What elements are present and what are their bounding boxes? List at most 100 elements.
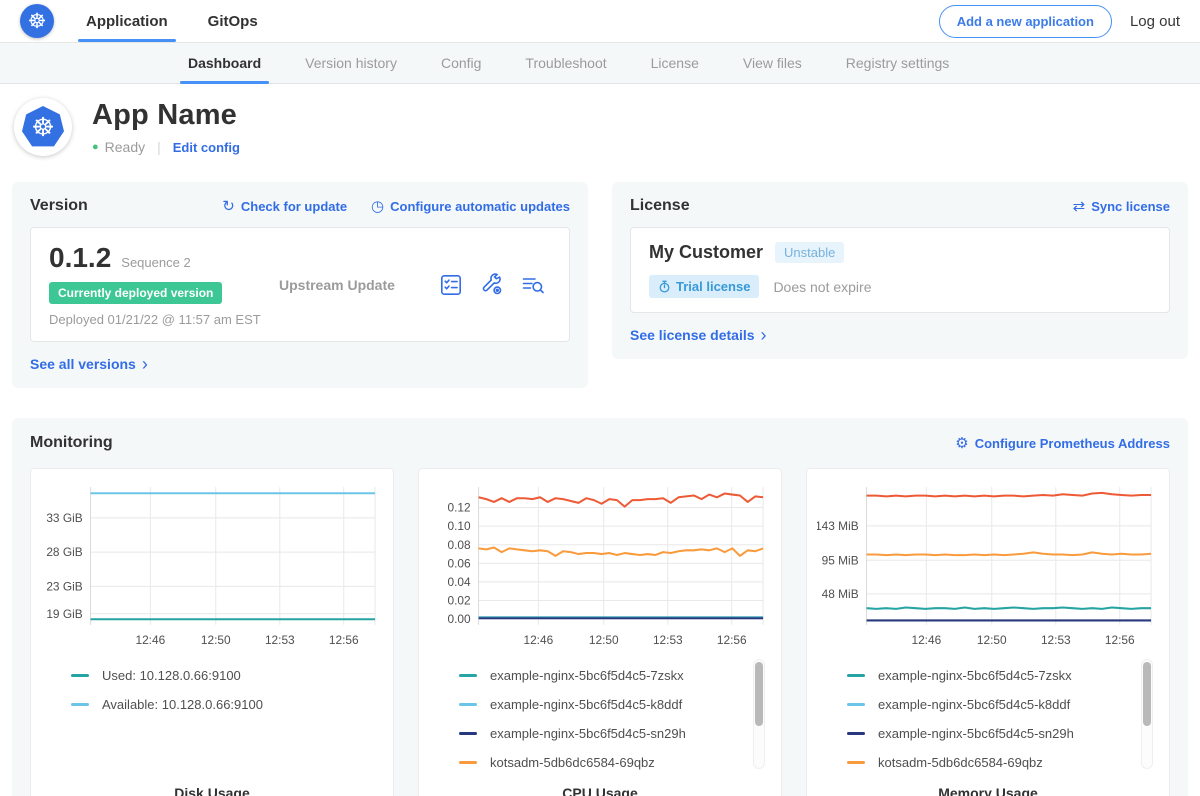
legend-scrollbar-thumb[interactable] bbox=[1143, 662, 1151, 726]
svg-text:95 MiB: 95 MiB bbox=[822, 553, 859, 567]
legend-item: example-nginx-5bc6f5d4c5-k8ddf bbox=[459, 690, 771, 719]
license-card-head: License ⇄ Sync license bbox=[630, 197, 1170, 215]
license-info-card: My Customer Unstable Trial license Does … bbox=[630, 227, 1170, 313]
trial-license-badge: Trial license bbox=[649, 275, 759, 298]
version-number: 0.1.2 bbox=[49, 242, 111, 274]
legend-color-dash-icon bbox=[459, 674, 477, 677]
wheel-glyph: ☸ bbox=[28, 11, 47, 32]
svg-text:19 GiB: 19 GiB bbox=[46, 607, 82, 621]
chart-title: CPU Usage bbox=[429, 785, 771, 796]
legend-scrollbar[interactable] bbox=[1141, 659, 1153, 769]
chart-title: Memory Usage bbox=[817, 785, 1159, 796]
config-wrench-gear-icon[interactable] bbox=[480, 273, 504, 297]
monitoring-title: Monitoring bbox=[30, 434, 113, 452]
svg-text:12:50: 12:50 bbox=[589, 633, 619, 647]
see-all-versions-label: See all versions bbox=[30, 356, 136, 372]
legend-label: example-nginx-5bc6f5d4c5-k8ddf bbox=[490, 697, 682, 712]
version-card: Version ↻ Check for update ◷ Configure a… bbox=[12, 182, 588, 388]
legend-label: example-nginx-5bc6f5d4c5-sn29h bbox=[878, 726, 1074, 741]
charts-row: 33 GiB28 GiB23 GiB19 GiB12:4612:5012:531… bbox=[30, 468, 1170, 796]
subnav-tab-config[interactable]: Config bbox=[441, 43, 481, 83]
legend-color-dash-icon bbox=[71, 703, 89, 706]
legend-color-dash-icon bbox=[459, 703, 477, 706]
chart-card-disk-usage: 33 GiB28 GiB23 GiB19 GiB12:4612:5012:531… bbox=[30, 468, 394, 796]
license-type-row: Trial license Does not expire bbox=[649, 275, 1151, 298]
disk-usage-legend: Used: 10.128.0.66:9100Available: 10.128.… bbox=[41, 657, 383, 775]
legend-color-dash-icon bbox=[847, 732, 865, 735]
svg-text:0.02: 0.02 bbox=[448, 593, 471, 607]
log-out-link[interactable]: Log out bbox=[1130, 13, 1180, 30]
subnav-tab-registry-settings[interactable]: Registry settings bbox=[846, 43, 949, 83]
app-sub-nav: Dashboard Version history Config Troublesho… bbox=[0, 42, 1200, 84]
topnav-tab-application[interactable]: Application bbox=[84, 0, 170, 42]
legend-item: example-nginx-5bc6f5d4c5-7zskx bbox=[847, 661, 1159, 690]
subnav-tab-troubleshoot[interactable]: Troubleshoot bbox=[525, 43, 606, 83]
legend-item: example-nginx-5bc6f5d4c5-sn29h bbox=[847, 719, 1159, 748]
wheel-glyph: ☸ bbox=[31, 114, 54, 140]
edit-config-link[interactable]: Edit config bbox=[173, 140, 240, 155]
svg-text:12:53: 12:53 bbox=[653, 633, 683, 647]
svg-text:12:56: 12:56 bbox=[329, 633, 359, 647]
status-dot-icon: ● bbox=[92, 141, 99, 153]
sequence-label: Sequence 2 bbox=[121, 255, 190, 270]
disk-usage-chart: 33 GiB28 GiB23 GiB19 GiB12:4612:5012:531… bbox=[41, 481, 383, 651]
memory-usage-chart: 143 MiB95 MiB48 MiB12:4612:5012:5312:56 bbox=[817, 481, 1159, 651]
configure-automatic-updates-link[interactable]: ◷ Configure automatic updates bbox=[371, 197, 570, 215]
svg-text:0.04: 0.04 bbox=[448, 575, 471, 589]
sync-arrows-icon: ⇄ bbox=[1073, 197, 1086, 215]
subnav-tab-dashboard[interactable]: Dashboard bbox=[188, 43, 261, 83]
check-for-update-link[interactable]: ↻ Check for update bbox=[222, 197, 347, 215]
monitoring-head: Monitoring ⚙ Configure Prometheus Addres… bbox=[30, 434, 1170, 452]
svg-text:12:56: 12:56 bbox=[1105, 633, 1135, 647]
svg-text:12:50: 12:50 bbox=[201, 633, 231, 647]
subnav-tab-version-history[interactable]: Version history bbox=[305, 43, 397, 83]
chart-card-memory-usage: 143 MiB95 MiB48 MiB12:4612:5012:5312:56e… bbox=[806, 468, 1170, 796]
svg-text:12:50: 12:50 bbox=[977, 633, 1007, 647]
legend-color-dash-icon bbox=[71, 674, 89, 677]
subnav-tab-license[interactable]: License bbox=[651, 43, 699, 83]
svg-text:0.12: 0.12 bbox=[448, 500, 471, 514]
legend-label: kotsadm-5db6dc6584-69qbz bbox=[490, 755, 655, 770]
legend-scrollbar-thumb[interactable] bbox=[755, 662, 763, 726]
view-diff-logs-icon[interactable] bbox=[521, 273, 545, 297]
legend-item: Used: 10.128.0.66:9100 bbox=[71, 661, 383, 690]
topnav-right: Add a new application Log out bbox=[939, 5, 1180, 38]
app-logo-icon: ☸ bbox=[14, 98, 72, 156]
subnav-tab-view-files[interactable]: View files bbox=[743, 43, 802, 83]
license-card-title: License bbox=[630, 197, 690, 215]
svg-text:0.06: 0.06 bbox=[448, 556, 471, 570]
license-card-actions: ⇄ Sync license bbox=[1073, 197, 1170, 215]
monitoring-section: Monitoring ⚙ Configure Prometheus Addres… bbox=[12, 418, 1188, 796]
legend-color-dash-icon bbox=[459, 761, 477, 764]
svg-text:12:46: 12:46 bbox=[523, 633, 553, 647]
see-license-details-label: See license details bbox=[630, 327, 755, 343]
divider: | bbox=[157, 139, 161, 155]
chevron-right-icon: › bbox=[142, 355, 148, 373]
svg-text:23 GiB: 23 GiB bbox=[46, 579, 82, 593]
version-action-icons bbox=[439, 273, 545, 297]
legend-scrollbar[interactable] bbox=[753, 659, 765, 769]
svg-text:143 MiB: 143 MiB bbox=[817, 519, 859, 533]
svg-text:28 GiB: 28 GiB bbox=[46, 545, 82, 559]
version-card-actions: ↻ Check for update ◷ Configure automatic… bbox=[222, 197, 570, 215]
current-version-row: 0.1.2 Sequence 2 Currently deployed vers… bbox=[30, 227, 570, 342]
chevron-right-icon: › bbox=[761, 326, 767, 344]
release-notes-icon[interactable] bbox=[439, 273, 463, 297]
svg-text:12:46: 12:46 bbox=[911, 633, 941, 647]
legend-label: kotsadm-5db6dc6584-69qbz bbox=[878, 755, 1043, 770]
svg-text:12:53: 12:53 bbox=[265, 633, 295, 647]
configure-prometheus-link[interactable]: ⚙ Configure Prometheus Address bbox=[955, 434, 1170, 452]
page-title: App Name bbox=[92, 99, 240, 132]
topnav-tab-gitops[interactable]: GitOps bbox=[206, 0, 260, 42]
sync-license-link[interactable]: ⇄ Sync license bbox=[1073, 197, 1170, 215]
see-license-details-link[interactable]: See license details › bbox=[630, 326, 1170, 344]
app-header: ☸ App Name ● Ready | Edit config bbox=[0, 84, 1200, 172]
legend-color-dash-icon bbox=[847, 703, 865, 706]
top-nav: ☸ Application GitOps Add a new applicatio… bbox=[0, 0, 1200, 42]
add-a-new-application-button[interactable]: Add a new application bbox=[939, 5, 1112, 38]
legend-item: example-nginx-5bc6f5d4c5-7zskx bbox=[459, 661, 771, 690]
kubernetes-logo-icon[interactable]: ☸ bbox=[20, 4, 54, 38]
legend-item: kotsadm-5db6dc6584-69qbz bbox=[459, 748, 771, 777]
see-all-versions-link[interactable]: See all versions › bbox=[30, 355, 570, 373]
topnav-tabs: Application GitOps bbox=[84, 0, 296, 42]
